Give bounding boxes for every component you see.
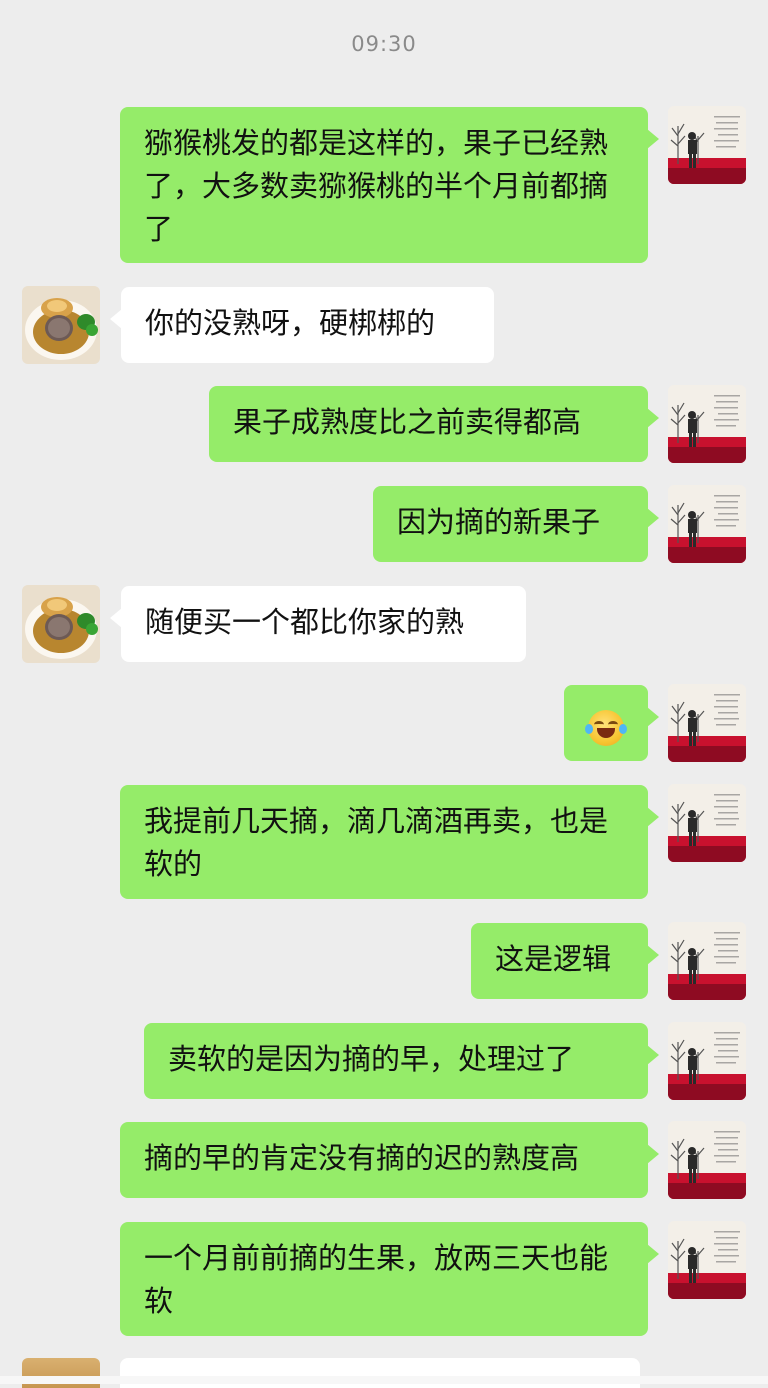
chat-timestamp: 09:30 [351,32,417,56]
contact-avatar[interactable] [22,286,100,364]
bottom-edge-strip [0,1376,768,1384]
message-text: 因为摘的新果子 [397,505,601,539]
outgoing-message-bubble[interactable]: 因为摘的新果子 [373,486,659,562]
outgoing-message-bubble[interactable]: 这是逻辑 [471,923,659,999]
message-text: 卖软的是因为摘的早，处理过了 [168,1042,575,1076]
laughing-crying-emoji-icon [585,710,627,746]
contact-avatar[interactable] [22,585,100,663]
message-text: 摘的早的肯定没有摘的迟的熟度高 [144,1141,580,1175]
message-text: 你的没熟呀，硬梆梆的 [145,306,436,340]
message-text: 我提前几天摘，滴几滴酒再卖，也是软的 [144,804,609,881]
outgoing-message-bubble[interactable]: 一个月前前摘的生果，放两三天也能软 [120,1222,659,1336]
message-text: 猕猴桃发的都是这样的，果子已经熟了，大多数卖猕猴桃的半个月前都摘了 [144,126,609,246]
self-avatar[interactable] [668,1022,746,1100]
outgoing-message-bubble[interactable]: 猕猴桃发的都是这样的，果子已经熟了，大多数卖猕猴桃的半个月前都摘了 [120,107,659,263]
message-text: 一个月前前摘的生果，放两三天也能软 [144,1241,609,1318]
self-avatar[interactable] [668,385,746,463]
self-avatar[interactable] [668,784,746,862]
message-text: 这是逻辑 [495,942,612,976]
incoming-message-bubble[interactable]: 随便买一个都比你家的熟 [110,586,526,662]
self-avatar[interactable] [668,684,746,762]
outgoing-message-bubble[interactable]: 果子成熟度比之前卖得都高 [209,386,659,462]
incoming-message-bubble[interactable]: 你的没熟呀，硬梆梆的 [110,287,494,363]
self-avatar[interactable] [668,922,746,1000]
outgoing-message-bubble[interactable]: 摘的早的肯定没有摘的迟的熟度高 [120,1122,659,1198]
self-avatar[interactable] [668,485,746,563]
outgoing-message-bubble[interactable]: 卖软的是因为摘的早，处理过了 [144,1023,659,1099]
outgoing-message-bubble[interactable]: 我提前几天摘，滴几滴酒再卖，也是软的 [120,785,659,899]
outgoing-emoji-bubble[interactable] [564,685,659,761]
message-text: 果子成熟度比之前卖得都高 [233,405,582,439]
message-text: 随便买一个都比你家的熟 [145,605,465,639]
self-avatar[interactable] [668,1221,746,1299]
self-avatar[interactable] [668,1121,746,1199]
self-avatar[interactable] [668,106,746,184]
